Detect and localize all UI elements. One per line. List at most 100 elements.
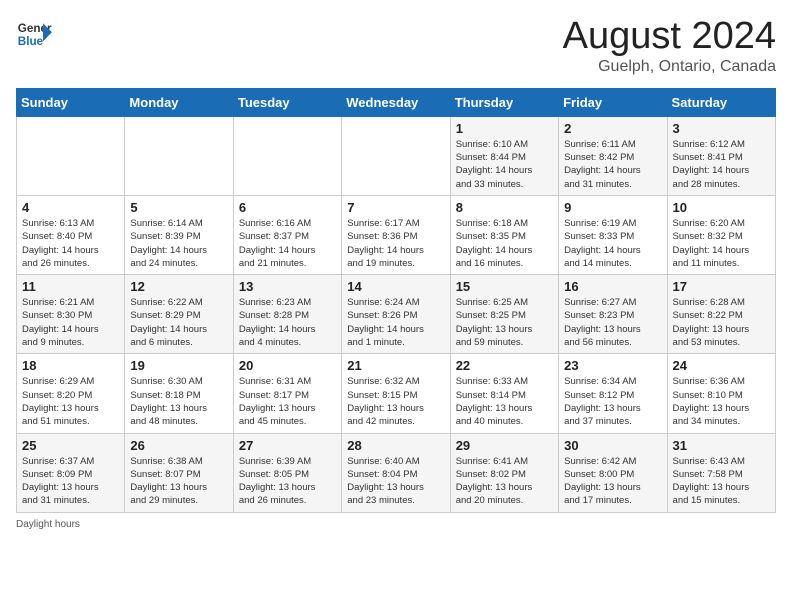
day-info: Sunrise: 6:34 AM Sunset: 8:12 PM Dayligh… <box>564 375 661 428</box>
day-info: Sunrise: 6:24 AM Sunset: 8:26 PM Dayligh… <box>347 296 444 349</box>
day-info: Sunrise: 6:27 AM Sunset: 8:23 PM Dayligh… <box>564 296 661 349</box>
day-number: 12 <box>130 279 227 294</box>
day-info: Sunrise: 6:20 AM Sunset: 8:32 PM Dayligh… <box>673 217 770 270</box>
calendar-cell: 31 Sunrise: 6:43 AM Sunset: 7:58 PM Dayli… <box>667 433 775 512</box>
page-header: General Blue August 2024 Guelph, Ontario… <box>16 16 776 76</box>
weekday-header: Tuesday <box>233 88 341 116</box>
day-info: Sunrise: 6:33 AM Sunset: 8:14 PM Dayligh… <box>456 375 553 428</box>
location-title: Guelph, Ontario, Canada <box>563 58 776 76</box>
calendar-cell <box>233 116 341 195</box>
calendar-cell: 21Sunrise: 6:32 AM Sunset: 8:15 PM Dayli… <box>342 354 450 433</box>
day-number: 13 <box>239 279 336 294</box>
day-number: 26 <box>130 438 227 453</box>
day-number: 16 <box>564 279 661 294</box>
day-number: 4 <box>22 200 119 215</box>
day-number: 30 <box>564 438 661 453</box>
calendar-cell <box>125 116 233 195</box>
day-info: Sunrise: 6:14 AM Sunset: 8:39 PM Dayligh… <box>130 217 227 270</box>
day-info: Sunrise: 6:21 AM Sunset: 8:30 PM Dayligh… <box>22 296 119 349</box>
calendar-cell <box>17 116 125 195</box>
day-info: Sunrise: 6:11 AM Sunset: 8:42 PM Dayligh… <box>564 138 661 191</box>
day-number: 25 <box>22 438 119 453</box>
day-info: Sunrise: 6:10 AM Sunset: 8:44 PM Dayligh… <box>456 138 553 191</box>
weekday-header: Saturday <box>667 88 775 116</box>
day-info: Sunrise: 6:25 AM Sunset: 8:25 PM Dayligh… <box>456 296 553 349</box>
calendar-cell: 4 Sunrise: 6:13 AM Sunset: 8:40 PM Daylig… <box>17 195 125 274</box>
calendar-cell: 17 Sunrise: 6:28 AM Sunset: 8:22 PM Dayli… <box>667 275 775 354</box>
day-number: 21 <box>347 358 444 373</box>
weekday-header-row: SundayMondayTuesdayWednesdayThursdayFrid… <box>17 88 776 116</box>
day-info: Sunrise: 6:43 AM Sunset: 7:58 PM Dayligh… <box>673 455 770 508</box>
calendar-cell: 9Sunrise: 6:19 AM Sunset: 8:33 PM Daylig… <box>559 195 667 274</box>
day-info: Sunrise: 6:28 AM Sunset: 8:22 PM Dayligh… <box>673 296 770 349</box>
day-number: 11 <box>22 279 119 294</box>
calendar-week-row: 11 Sunrise: 6:21 AM Sunset: 8:30 PM Dayli… <box>17 275 776 354</box>
calendar-cell <box>342 116 450 195</box>
day-number: 8 <box>456 200 553 215</box>
calendar-cell: 27Sunrise: 6:39 AM Sunset: 8:05 PM Dayli… <box>233 433 341 512</box>
month-title: August 2024 <box>563 16 776 58</box>
day-info: Sunrise: 6:37 AM Sunset: 8:09 PM Dayligh… <box>22 455 119 508</box>
day-number: 6 <box>239 200 336 215</box>
calendar-cell: 19 Sunrise: 6:30 AM Sunset: 8:18 PM Dayli… <box>125 354 233 433</box>
day-info: Sunrise: 6:36 AM Sunset: 8:10 PM Dayligh… <box>673 375 770 428</box>
calendar-cell: 6Sunrise: 6:16 AM Sunset: 8:37 PM Daylig… <box>233 195 341 274</box>
day-info: Sunrise: 6:39 AM Sunset: 8:05 PM Dayligh… <box>239 455 336 508</box>
day-info: Sunrise: 6:30 AM Sunset: 8:18 PM Dayligh… <box>130 375 227 428</box>
day-info: Sunrise: 6:12 AM Sunset: 8:41 PM Dayligh… <box>673 138 770 191</box>
day-number: 31 <box>673 438 770 453</box>
day-info: Sunrise: 6:40 AM Sunset: 8:04 PM Dayligh… <box>347 455 444 508</box>
calendar-cell: 23 Sunrise: 6:34 AM Sunset: 8:12 PM Dayli… <box>559 354 667 433</box>
weekday-header: Monday <box>125 88 233 116</box>
calendar-cell: 7 Sunrise: 6:17 AM Sunset: 8:36 PM Daylig… <box>342 195 450 274</box>
day-info: Sunrise: 6:31 AM Sunset: 8:17 PM Dayligh… <box>239 375 336 428</box>
day-number: 19 <box>130 358 227 373</box>
footer-label: Daylight hours <box>16 519 80 530</box>
day-number: 17 <box>673 279 770 294</box>
weekday-header: Wednesday <box>342 88 450 116</box>
day-info: Sunrise: 6:41 AM Sunset: 8:02 PM Dayligh… <box>456 455 553 508</box>
logo-icon: General Blue <box>16 16 52 52</box>
day-number: 22 <box>456 358 553 373</box>
calendar-cell: 24 Sunrise: 6:36 AM Sunset: 8:10 PM Dayli… <box>667 354 775 433</box>
day-info: Sunrise: 6:13 AM Sunset: 8:40 PM Dayligh… <box>22 217 119 270</box>
day-number: 29 <box>456 438 553 453</box>
day-info: Sunrise: 6:42 AM Sunset: 8:00 PM Dayligh… <box>564 455 661 508</box>
calendar-cell: 20Sunrise: 6:31 AM Sunset: 8:17 PM Dayli… <box>233 354 341 433</box>
day-number: 3 <box>673 121 770 136</box>
calendar-cell: 12Sunrise: 6:22 AM Sunset: 8:29 PM Dayli… <box>125 275 233 354</box>
weekday-header: Thursday <box>450 88 558 116</box>
calendar-cell: 8Sunrise: 6:18 AM Sunset: 8:35 PM Daylig… <box>450 195 558 274</box>
calendar-cell: 29 Sunrise: 6:41 AM Sunset: 8:02 PM Dayli… <box>450 433 558 512</box>
day-number: 7 <box>347 200 444 215</box>
calendar-cell: 14 Sunrise: 6:24 AM Sunset: 8:26 PM Dayli… <box>342 275 450 354</box>
day-number: 23 <box>564 358 661 373</box>
calendar-cell: 18 Sunrise: 6:29 AM Sunset: 8:20 PM Dayli… <box>17 354 125 433</box>
day-info: Sunrise: 6:38 AM Sunset: 8:07 PM Dayligh… <box>130 455 227 508</box>
calendar-cell: 11 Sunrise: 6:21 AM Sunset: 8:30 PM Dayli… <box>17 275 125 354</box>
calendar-cell: 22 Sunrise: 6:33 AM Sunset: 8:14 PM Dayli… <box>450 354 558 433</box>
day-info: Sunrise: 6:19 AM Sunset: 8:33 PM Dayligh… <box>564 217 661 270</box>
day-info: Sunrise: 6:17 AM Sunset: 8:36 PM Dayligh… <box>347 217 444 270</box>
weekday-header: Friday <box>559 88 667 116</box>
calendar-cell: 1Sunrise: 6:10 AM Sunset: 8:44 PM Daylig… <box>450 116 558 195</box>
calendar-table: SundayMondayTuesdayWednesdayThursdayFrid… <box>16 88 776 513</box>
calendar-cell: 30 Sunrise: 6:42 AM Sunset: 8:00 PM Dayli… <box>559 433 667 512</box>
calendar-cell: 10 Sunrise: 6:20 AM Sunset: 8:32 PM Dayli… <box>667 195 775 274</box>
calendar-cell: 3 Sunrise: 6:12 AM Sunset: 8:41 PM Daylig… <box>667 116 775 195</box>
title-block: August 2024 Guelph, Ontario, Canada <box>563 16 776 76</box>
day-number: 2 <box>564 121 661 136</box>
footer: Daylight hours <box>16 519 776 530</box>
day-number: 18 <box>22 358 119 373</box>
day-number: 14 <box>347 279 444 294</box>
svg-text:Blue: Blue <box>18 35 44 48</box>
calendar-cell: 26 Sunrise: 6:38 AM Sunset: 8:07 PM Dayli… <box>125 433 233 512</box>
calendar-cell: 5Sunrise: 6:14 AM Sunset: 8:39 PM Daylig… <box>125 195 233 274</box>
day-info: Sunrise: 6:29 AM Sunset: 8:20 PM Dayligh… <box>22 375 119 428</box>
calendar-week-row: 4 Sunrise: 6:13 AM Sunset: 8:40 PM Daylig… <box>17 195 776 274</box>
logo: General Blue <box>16 16 52 52</box>
day-number: 10 <box>673 200 770 215</box>
day-number: 24 <box>673 358 770 373</box>
calendar-week-row: 25 Sunrise: 6:37 AM Sunset: 8:09 PM Dayli… <box>17 433 776 512</box>
calendar-cell: 13Sunrise: 6:23 AM Sunset: 8:28 PM Dayli… <box>233 275 341 354</box>
